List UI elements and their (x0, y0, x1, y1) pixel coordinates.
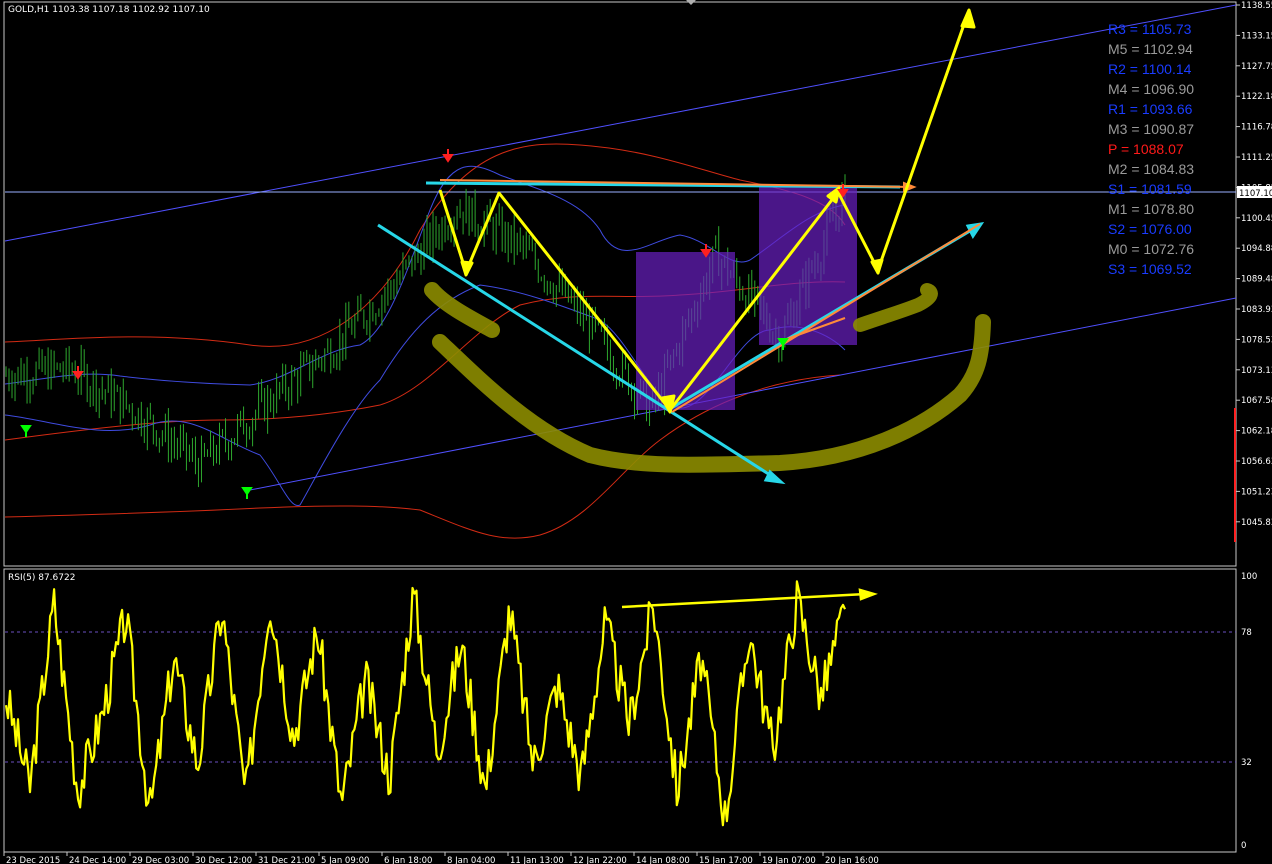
price-tick-label: 1089.48 (1241, 275, 1272, 285)
price-tick-label: 1122.18 (1241, 92, 1272, 102)
pivot-label: R3 = 1105.73 (1108, 21, 1192, 37)
time-tick-label: 31 Dec 21:00 (258, 856, 315, 864)
pivot-label: S1 = 1081.59 (1108, 181, 1192, 197)
price-tick-label: 1100.45 (1241, 214, 1272, 224)
price-tick-label: 1078.53 (1241, 335, 1272, 345)
consolidation-box-2 (759, 185, 857, 345)
time-tick-label: 8 Jan 04:00 (447, 856, 495, 864)
time-tick-label: 12 Jan 22:00 (573, 856, 627, 864)
price-tick-label: 1056.63 (1241, 457, 1272, 467)
pivot-label: M0 = 1072.76 (1108, 241, 1194, 257)
pivot-label: M4 = 1096.90 (1108, 81, 1194, 97)
pivot-label: R2 = 1100.14 (1108, 61, 1192, 77)
pivot-label: M2 = 1084.83 (1108, 161, 1194, 177)
rsi-tick-label: 0 (1241, 841, 1246, 851)
pivot-label: P = 1088.07 (1108, 141, 1184, 157)
time-tick-label: 19 Jan 07:00 (762, 856, 816, 864)
time-tick-label: 11 Jan 13:00 (510, 856, 564, 864)
price-tick-label: 1083.93 (1241, 305, 1272, 315)
price-tick-label: 1051.23 (1241, 487, 1272, 497)
pivot-label: M5 = 1102.94 (1108, 41, 1193, 57)
pivot-label: R1 = 1093.66 (1108, 101, 1193, 117)
price-range-bar (1234, 408, 1236, 542)
price-tick-label: 1127.75 (1241, 62, 1272, 72)
price-tick-label: 1116.78 (1241, 123, 1272, 133)
price-tick-label: 1067.58 (1241, 396, 1272, 406)
price-tick-label: 1133.15 (1241, 31, 1272, 41)
time-tick-label: 24 Dec 14:00 (69, 856, 126, 864)
price-tick-label: 1045.83 (1241, 518, 1272, 528)
time-tick-label: 5 Jan 09:00 (321, 856, 369, 864)
price-tick-label: 1094.88 (1241, 244, 1272, 254)
time-tick-label: 6 Jan 18:00 (384, 856, 432, 864)
pivot-label: M3 = 1090.87 (1108, 121, 1194, 137)
time-tick-label: 14 Jan 08:00 (636, 856, 690, 864)
rsi-panel-frame (3, 568, 1237, 853)
rsi-tick-label: 100 (1241, 572, 1257, 582)
price-tick-label: 1111.25 (1241, 153, 1272, 163)
pivot-label: S3 = 1069.52 (1108, 261, 1192, 277)
time-tick-label: 20 Jan 16:00 (825, 856, 879, 864)
price-axis: 1138.55 1133.15 1127.75 1122.18 1116.78 1111.… (1236, 1, 1272, 528)
time-tick-label: 15 Jan 17:00 (699, 856, 753, 864)
main-chart-frame (3, 1, 1237, 567)
current-price-tag: 1107.10 (1237, 186, 1272, 199)
pivot-label: S2 = 1076.00 (1108, 221, 1192, 237)
price-tick-label: 1062.18 (1241, 427, 1272, 437)
rsi-tick-label: 78 (1241, 628, 1252, 638)
price-tick-label: 1073.13 (1241, 366, 1272, 376)
chart-canvas: GOLD,H1 1103.38 1107.18 1102.92 1107.10 (3, 0, 1272, 864)
time-tick-label: 29 Dec 03:00 (132, 856, 189, 864)
time-tick-label: 23 Dec 2015 (6, 856, 60, 864)
pivot-label: M1 = 1078.80 (1108, 201, 1194, 217)
current-price-value: 1107.10 (1239, 189, 1272, 199)
price-tick-label: 1138.55 (1241, 1, 1272, 11)
symbol-info: GOLD,H1 1103.38 1107.18 1102.92 1107.10 (8, 5, 210, 15)
rsi-tick-label: 32 (1241, 758, 1252, 768)
time-tick-label: 30 Dec 12:00 (195, 856, 252, 864)
rsi-title: RSI(5) 87.6722 (8, 573, 75, 583)
rsi-axis: 100 78 32 0 (1241, 572, 1257, 851)
time-axis: 23 Dec 2015 24 Dec 14:00 29 Dec 03:00 30 De… (3, 852, 879, 864)
